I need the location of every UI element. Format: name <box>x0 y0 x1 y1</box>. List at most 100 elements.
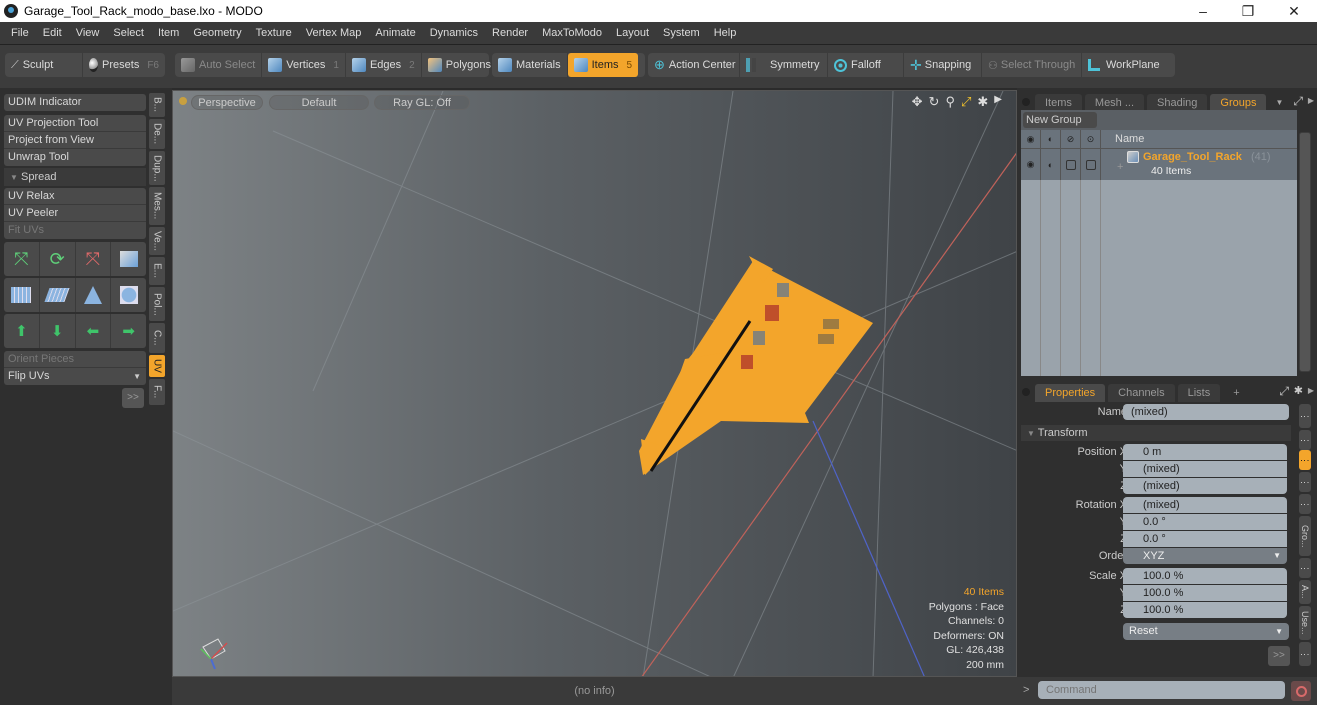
align-right-button[interactable]: ➡ <box>111 314 146 348</box>
menu-edit[interactable]: Edit <box>36 27 69 39</box>
zoom-icon[interactable]: ⚲ <box>945 94 955 110</box>
command-input[interactable] <box>1038 681 1285 699</box>
panel-maximize-icon[interactable]: ⤢ <box>1279 384 1289 399</box>
tab-lists[interactable]: Lists <box>1177 384 1221 402</box>
position-y-field[interactable]: (mixed) <box>1123 461 1287 477</box>
scale-y-field[interactable]: 100.0 % <box>1123 585 1287 601</box>
pan-icon[interactable]: ✥ <box>912 94 923 110</box>
expand-plus-icon[interactable]: + <box>1117 161 1123 173</box>
workplane-button[interactable]: WorkPlane <box>1082 53 1172 77</box>
uv-box-button[interactable] <box>111 242 146 276</box>
shading-style-button[interactable]: Default <box>269 95 369 110</box>
select-through-button[interactable]: ⚇ Select Through <box>982 53 1082 77</box>
vertices-button[interactable]: Vertices 1 <box>262 53 346 77</box>
orbit-icon[interactable]: ↻ <box>929 94 940 110</box>
uv-plane-button[interactable] <box>40 278 76 312</box>
vtab-edge[interactable]: E... <box>149 257 165 285</box>
props-side-tab-6[interactable]: ⋮ <box>1299 642 1311 666</box>
uv-move-button[interactable]: ⤧ <box>4 242 40 276</box>
rotation-z-field[interactable]: 0.0 ° <box>1123 531 1287 547</box>
props-side-tab-3[interactable]: ⋮ <box>1299 472 1311 492</box>
menu-texture[interactable]: Texture <box>249 27 299 39</box>
menu-view[interactable]: View <box>69 27 107 39</box>
lock-toggle[interactable] <box>1061 149 1081 180</box>
menu-help[interactable]: Help <box>707 27 744 39</box>
name-field[interactable]: (mixed) <box>1123 404 1289 420</box>
more-properties-button[interactable]: >> <box>1268 646 1290 666</box>
props-side-tab-4[interactable]: ⋮ <box>1299 494 1311 514</box>
rotation-y-field[interactable]: 0.0 ° <box>1123 514 1287 530</box>
orient-pieces-button[interactable]: Orient Pieces <box>4 351 146 368</box>
props-side-tab-1[interactable]: ⋮ <box>1299 404 1311 428</box>
vtab-uv[interactable]: UV <box>149 355 165 377</box>
record-macro-button[interactable] <box>1291 681 1311 701</box>
align-top-button[interactable]: ⬆ <box>4 314 40 348</box>
render-toggle-icon[interactable]: ◐ <box>1041 149 1061 180</box>
symmetry-button[interactable]: Symmetry <box>740 53 828 77</box>
reset-dropdown[interactable]: Reset ▼ <box>1123 623 1289 640</box>
groups-scrollbar[interactable] <box>1299 132 1311 372</box>
panel-expand-icon[interactable]: ▶ <box>1308 386 1314 395</box>
scale-x-field[interactable]: 100.0 % <box>1123 568 1287 584</box>
presets-button[interactable]: Presets F6 <box>83 53 165 77</box>
visibility-column-icon[interactable]: ◉ <box>1021 130 1041 148</box>
edges-button[interactable]: Edges 2 <box>346 53 422 77</box>
props-side-tab-active[interactable]: ⋮ <box>1299 450 1311 470</box>
tabs-dropdown-icon[interactable]: ▼ <box>1275 98 1283 107</box>
name-column-header[interactable]: Name <box>1115 133 1144 145</box>
snapping-button[interactable]: ✛ Snapping <box>904 53 982 77</box>
materials-button[interactable]: Materials <box>492 53 568 77</box>
polygons-button[interactable]: Polygons <box>422 53 497 77</box>
settings-gear-icon[interactable]: ✱ <box>977 94 988 110</box>
restore-button[interactable]: ❐ <box>1225 0 1271 22</box>
select-toggle[interactable] <box>1081 149 1101 180</box>
render-column-icon[interactable]: ◐ <box>1041 130 1061 148</box>
vtab-polygon[interactable]: Pol... <box>149 287 165 321</box>
add-tab-button[interactable]: + <box>1223 384 1249 402</box>
props-side-tab-5[interactable]: ⋮ <box>1299 558 1311 578</box>
menu-select[interactable]: Select <box>106 27 151 39</box>
panel-maximize-icon[interactable]: ⤢ <box>1293 94 1303 109</box>
scale-z-field[interactable]: 100.0 % <box>1123 602 1287 618</box>
more-tools-button[interactable]: >> <box>122 388 144 408</box>
tab-properties[interactable]: Properties <box>1035 384 1106 402</box>
project-from-view-button[interactable]: Project from View <box>4 132 146 149</box>
lock-column-icon[interactable]: ⊘ <box>1061 130 1081 148</box>
ray-gl-button[interactable]: Ray GL: Off <box>374 95 470 110</box>
panel-expand-icon[interactable]: ▶ <box>1308 96 1314 105</box>
menu-layout[interactable]: Layout <box>609 27 656 39</box>
uv-rotate-button[interactable]: ⟳ <box>40 242 76 276</box>
props-side-tab-a[interactable]: A... <box>1299 580 1311 604</box>
uv-scale-button[interactable]: ⤧ <box>76 242 112 276</box>
uv-relax-button[interactable]: UV Relax <box>4 188 146 205</box>
minimize-button[interactable]: – <box>1180 0 1226 22</box>
new-group-button[interactable]: New Group <box>1023 112 1097 128</box>
select-column-icon[interactable]: ⊙ <box>1081 130 1101 148</box>
fit-uvs-button[interactable]: Fit UVs <box>4 222 146 239</box>
auto-select-button[interactable]: Auto Select <box>175 53 263 77</box>
vtab-deform[interactable]: De... <box>149 119 165 149</box>
uv-perspective-button[interactable] <box>76 278 112 312</box>
tab-channels[interactable]: Channels <box>1108 384 1175 402</box>
vtab-duplicate[interactable]: Dup... <box>149 151 165 185</box>
visibility-toggle-icon[interactable]: ◉ <box>1021 149 1041 180</box>
vtab-vertex[interactable]: Ve... <box>149 227 165 255</box>
position-z-field[interactable]: (mixed) <box>1123 478 1287 494</box>
align-left-button[interactable]: ⬅ <box>76 314 112 348</box>
rotation-x-field[interactable]: (mixed) <box>1123 497 1287 513</box>
group-row[interactable]: ◉ ◐ + Garage_Tool_Rack (41) 40 Items <box>1021 148 1297 180</box>
props-side-tab-2[interactable]: ⋮ <box>1299 430 1311 450</box>
menu-item[interactable]: Item <box>151 27 186 39</box>
close-button[interactable]: ✕ <box>1271 0 1317 22</box>
align-bottom-button[interactable]: ⬇ <box>40 314 76 348</box>
vtab-curve[interactable]: C... <box>149 323 165 353</box>
position-x-field[interactable]: 0 m <box>1123 444 1287 460</box>
spread-section-header[interactable]: ▼ Spread <box>4 168 146 186</box>
panel-gear-icon[interactable]: ✱ <box>1294 384 1303 397</box>
uv-wrap-button[interactable] <box>4 278 40 312</box>
uv-sphere-button[interactable] <box>111 278 146 312</box>
vtab-fusion[interactable]: F... <box>149 379 165 405</box>
vtab-mesh[interactable]: Mes... <box>149 187 165 225</box>
menu-geometry[interactable]: Geometry <box>186 27 248 39</box>
action-center-button[interactable]: ⊕ Action Center <box>648 53 740 77</box>
